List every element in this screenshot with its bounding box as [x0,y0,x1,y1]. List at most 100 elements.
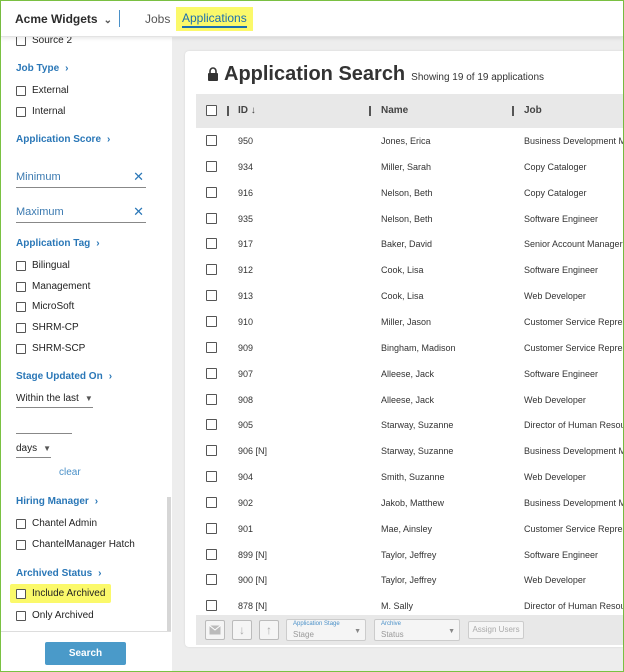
filter-internal[interactable]: Internal [16,106,65,117]
assign-users-button[interactable]: Assign Users [468,621,524,639]
filter-chantel-manager-hatch[interactable]: ChantelManager Hatch [16,539,135,550]
select-all-checkbox[interactable] [206,105,217,116]
cell-id[interactable]: 906 [N] [238,446,267,456]
cell-id[interactable]: 912 [238,265,253,275]
table-row[interactable]: 910 Miller, Jason Customer Service Repres [196,309,623,335]
table-row[interactable]: 907 Alleese, Jack Software Engineer [196,361,623,387]
cell-id[interactable]: 909 [238,343,253,353]
within-the-last-select[interactable]: Within the last ▼ [16,393,93,408]
email-button[interactable] [205,620,225,640]
checkbox[interactable] [16,301,26,312]
row-checkbox[interactable] [206,574,217,586]
maximum-score-input[interactable]: Maximum ✕ [16,203,146,223]
cell-id[interactable]: 908 [238,395,253,405]
filter-tag-bilingual[interactable]: Bilingual [16,260,70,271]
row-checkbox[interactable] [206,290,217,302]
clear-icon[interactable]: ✕ [133,204,144,220]
table-row[interactable]: 899 [N] Taylor, Jeffrey Software Engineer [196,542,623,568]
filter-tag-microsoft[interactable]: MicroSoft [16,301,74,312]
checkbox[interactable] [16,518,26,529]
row-checkbox[interactable] [206,315,217,327]
checkbox[interactable] [16,85,26,96]
cell-id[interactable]: 913 [238,291,253,301]
column-job[interactable]: Job [524,105,542,116]
table-row[interactable]: 917 Baker, David Senior Account Manager [196,231,623,257]
row-checkbox[interactable] [206,600,217,611]
row-checkbox[interactable] [206,160,217,172]
cell-id[interactable]: 916 [238,188,253,198]
table-row[interactable]: 900 [N] Taylor, Jeffrey Web Developer [196,567,623,593]
table-row[interactable]: 916 Nelson, Beth Copy Cataloger [196,180,623,206]
cell-id[interactable]: 904 [238,472,253,482]
table-row[interactable]: 934 Miller, Sarah Copy Cataloger [196,154,623,180]
table-row[interactable]: 906 [N] Starway, Suzanne Business Developm… [196,438,623,464]
checkbox[interactable] [16,588,26,599]
checkbox[interactable] [16,343,26,354]
cell-id[interactable]: 917 [238,239,253,249]
company-switcher[interactable]: Acme Widgets ⌄ [15,12,112,26]
cell-id[interactable]: 907 [238,369,253,379]
checkbox[interactable] [16,322,26,333]
filter-tag-shrm-cp[interactable]: SHRM-CP [16,322,79,333]
row-checkbox[interactable] [206,393,217,405]
row-checkbox[interactable] [206,135,217,146]
cell-id[interactable]: 950 [238,136,253,146]
hiring-manager-heading[interactable]: Hiring Manager › [16,496,98,507]
clear-stage-link[interactable]: clear [59,467,81,478]
table-row[interactable]: 905 Starway, Suzanne Director of Human Res… [196,412,623,438]
table-row[interactable]: 912 Cook, Lisa Software Engineer [196,257,623,283]
application-score-heading[interactable]: Application Score › [16,134,110,145]
nav-applications[interactable]: Applications [176,7,253,31]
minimum-score-input[interactable]: Minimum ✕ [16,168,146,188]
checkbox[interactable] [16,610,26,621]
row-checkbox[interactable] [206,548,217,560]
checkbox[interactable] [16,281,26,292]
filter-tag-shrm-scp[interactable]: SHRM-SCP [16,343,85,354]
checkbox[interactable] [16,539,26,550]
table-row[interactable]: 902 Jakob, Matthew Business Development M [196,490,623,516]
search-button[interactable]: Search [45,642,126,665]
days-count-input[interactable] [16,433,72,434]
cell-id[interactable]: 905 [238,420,253,430]
table-row[interactable]: 909 Bingham, Madison Customer Service Repr… [196,335,623,361]
row-checkbox[interactable] [206,445,217,457]
row-checkbox[interactable] [206,238,217,250]
table-row[interactable]: 901 Mae, Ainsley Customer Service Repres [196,516,623,542]
cell-id[interactable]: 934 [238,162,253,172]
checkbox[interactable] [16,260,26,271]
move-up-button[interactable]: ↑ [259,620,279,640]
row-checkbox[interactable] [206,471,217,483]
cell-id[interactable]: 902 [238,498,253,508]
job-type-heading[interactable]: Job Type › [16,63,69,74]
move-down-button[interactable]: ↓ [232,620,252,640]
table-row[interactable]: 904 Smith, Suzanne Web Developer [196,464,623,490]
row-checkbox[interactable] [206,367,217,379]
filter-source-2[interactable]: Source 2 [16,37,72,46]
archived-status-heading[interactable]: Archived Status › [16,568,101,579]
filter-external[interactable]: External [16,85,69,96]
column-id[interactable]: ID ↓ [238,105,256,116]
checkbox[interactable] [16,106,26,117]
cell-id[interactable]: 935 [238,214,253,224]
filter-include-archived[interactable]: Include Archived [10,584,112,603]
clear-icon[interactable]: ✕ [133,169,144,185]
application-stage-select[interactable]: Application Stage Stage ▼ [286,619,366,641]
stage-updated-heading[interactable]: Stage Updated On › [16,371,112,382]
cell-id[interactable]: 900 [N] [238,575,267,585]
application-tag-heading[interactable]: Application Tag › [16,238,100,249]
cell-id[interactable]: 901 [238,524,253,534]
row-checkbox[interactable] [206,341,217,353]
row-checkbox[interactable] [206,522,217,534]
row-checkbox[interactable] [206,419,217,431]
row-checkbox[interactable] [206,264,217,276]
row-checkbox[interactable] [206,496,217,508]
row-checkbox[interactable] [206,186,217,198]
row-checkbox[interactable] [206,212,217,224]
table-row[interactable]: 878 [N] M. Sally Director of Human Resou [196,593,623,611]
table-row[interactable]: 908 Alleese, Jack Web Developer [196,387,623,413]
archive-status-select[interactable]: Archive Status ▼ [374,619,460,641]
table-row[interactable]: 913 Cook, Lisa Web Developer [196,283,623,309]
cell-id[interactable]: 878 [N] [238,601,267,611]
days-unit-select[interactable]: days ▼ [16,443,52,458]
table-row[interactable]: 950 Jones, Erica Business Development M [196,128,623,154]
